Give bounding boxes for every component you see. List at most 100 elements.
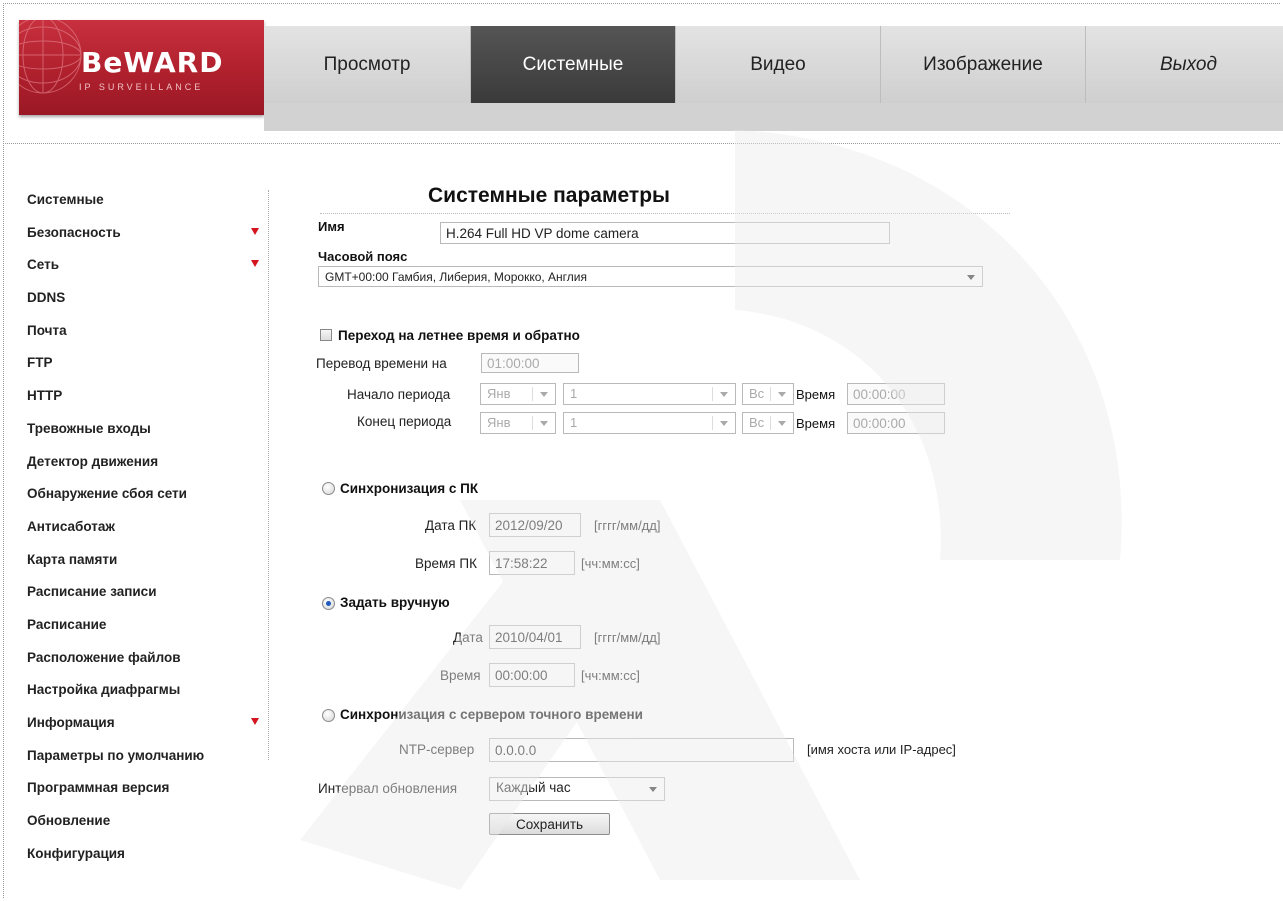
expand-arrow-icon[interactable]: [251, 227, 259, 235]
timezone-select[interactable]: GMT+00:00 Гамбия, Либерия, Морокко, Англ…: [318, 266, 983, 287]
sub-nav-bar: [264, 103, 1283, 131]
manual-time-input[interactable]: [489, 663, 575, 687]
sidebar-item-label: FTP: [27, 355, 53, 371]
interval-select[interactable]: Каждый час: [489, 777, 665, 801]
sidebar-item-ddns[interactable]: DDNS: [24, 286, 269, 319]
camera-name-input[interactable]: [440, 222, 890, 244]
dst-end-week-select[interactable]: 1: [563, 412, 736, 434]
sidebar-item-label: Обновление: [27, 813, 111, 829]
title-underline: [320, 213, 1010, 214]
chevron-down-icon: [778, 421, 786, 426]
tab-system[interactable]: Системные: [471, 26, 676, 103]
sidebar-item-mail[interactable]: Почта: [24, 319, 269, 352]
sidebar-item-motion-detection[interactable]: Детектор движения: [24, 450, 269, 483]
brand-logo[interactable]: BeWARD IP SURVEILLANCE: [19, 20, 264, 115]
sidebar-item-label: Безопасность: [27, 224, 121, 240]
sidebar-item-ftp[interactable]: FTP: [24, 351, 269, 384]
sidebar-item-label: DDNS: [27, 290, 66, 306]
pc-time-input[interactable]: [489, 551, 575, 575]
sidebar-item-label: HTTP: [27, 388, 63, 404]
pc-date-input[interactable]: [489, 513, 581, 537]
chevron-down-icon: [778, 392, 786, 397]
sidebar-item-label: Обнаружение сбоя сети: [27, 486, 187, 502]
sidebar-item-label: Системные: [27, 192, 104, 207]
chevron-down-icon: [720, 421, 728, 426]
sidebar-item-information[interactable]: Информация: [24, 711, 269, 744]
sidebar-item-http[interactable]: HTTP: [24, 384, 269, 417]
separator: [770, 387, 771, 401]
sidebar-item-system[interactable]: Системные: [24, 188, 269, 221]
sidebar-item-label: Настройка диафрагмы: [27, 682, 181, 698]
sidebar-divider: [268, 190, 269, 760]
timezone-value: GMT+00:00 Гамбия, Либерия, Морокко, Англ…: [325, 270, 587, 284]
sidebar-item-network[interactable]: Сеть: [24, 253, 269, 286]
manual-date-input[interactable]: [489, 625, 581, 649]
tab-image[interactable]: Изображение: [881, 26, 1086, 103]
ntp-server-input[interactable]: [489, 738, 794, 762]
sidebar-item-label: Антисаботаж: [27, 518, 115, 534]
expand-arrow-icon[interactable]: [251, 718, 259, 725]
sidebar-item-tampering[interactable]: Антисаботаж: [24, 515, 269, 548]
page-title: Системные параметры: [428, 184, 670, 207]
ntp-server-label: NTP-сервер: [399, 742, 475, 757]
sidebar-item-defaults[interactable]: Параметры по умолчанию: [24, 744, 269, 777]
sidebar-item-label: Детектор движения: [27, 453, 159, 469]
sidebar-item-network-failure[interactable]: Обнаружение сбоя сети: [24, 482, 269, 515]
sidebar-item-label: Параметры по умолчанию: [27, 747, 205, 763]
dst-start-month-select[interactable]: Янв: [480, 383, 556, 405]
sidebar-item-file-location[interactable]: Расположение файлов: [24, 646, 269, 679]
pc-date-hint: [гггг/мм/дд]: [594, 518, 661, 533]
manual-time-label: Время: [440, 668, 481, 683]
chevron-down-icon: [540, 392, 548, 397]
select-value: Вс: [749, 415, 765, 430]
separator: [532, 416, 533, 430]
sidebar-item-memory-card[interactable]: Карта памяти: [24, 548, 269, 581]
sidebar-item-record-schedule[interactable]: Расписание записи: [24, 580, 269, 613]
sidebar: Системные Безопасность Сеть DDNS Почта F…: [24, 188, 269, 874]
sidebar-item-firmware-version[interactable]: Программная версия: [24, 776, 269, 809]
dst-end-day-select[interactable]: Вс: [742, 412, 794, 434]
sidebar-item-configuration[interactable]: Конфигурация: [24, 842, 269, 875]
header-divider: [3, 143, 1280, 144]
separator: [712, 416, 713, 430]
sidebar-item-alarm-inputs[interactable]: Тревожные входы: [24, 417, 269, 450]
dst-start-day-select[interactable]: Вс: [742, 383, 794, 405]
select-value: 1: [570, 386, 578, 401]
sidebar-item-label: Карта памяти: [27, 551, 118, 567]
ntp-radio[interactable]: [322, 709, 335, 722]
select-value: Вс: [749, 386, 765, 401]
sidebar-item-label: Сеть: [27, 257, 59, 273]
tab-video[interactable]: Видео: [676, 26, 881, 103]
tab-exit[interactable]: Выход: [1086, 26, 1283, 103]
dst-end-time-input[interactable]: [847, 412, 945, 434]
dst-end-month-select[interactable]: Янв: [480, 412, 556, 434]
select-value: Янв: [487, 386, 511, 401]
sidebar-item-schedule[interactable]: Расписание: [24, 613, 269, 646]
sidebar-item-label: Конфигурация: [27, 845, 125, 861]
dst-start-week-select[interactable]: 1: [563, 383, 736, 405]
select-value: 1: [570, 415, 578, 430]
header: BeWARD IP SURVEILLANCE Просмотр Системны…: [4, 4, 1283, 142]
manual-date-label: Дата: [453, 630, 483, 645]
expand-arrow-icon[interactable]: [251, 260, 259, 268]
dst-checkbox[interactable]: [320, 329, 332, 341]
dst-shift-input[interactable]: [481, 353, 579, 373]
dst-label: Переход на летнее время и обратно: [338, 328, 580, 343]
chevron-down-icon: [649, 787, 657, 792]
pc-date-label: Дата ПК: [425, 518, 477, 533]
chevron-down-icon: [540, 421, 548, 426]
pc-time-hint: [чч:мм:сс]: [581, 556, 640, 571]
top-nav: Просмотр Системные Видео Изображение Вых…: [264, 26, 1283, 103]
sync-pc-label: Синхронизация с ПК: [340, 481, 479, 496]
sync-pc-radio[interactable]: [322, 482, 335, 495]
separator: [770, 416, 771, 430]
sidebar-item-update[interactable]: Обновление: [24, 809, 269, 842]
manual-date-hint: [гггг/мм/дд]: [594, 630, 661, 645]
manual-radio[interactable]: [322, 597, 335, 610]
sidebar-item-security[interactable]: Безопасность: [24, 221, 269, 254]
sidebar-item-iris[interactable]: Настройка диафрагмы: [24, 678, 269, 711]
tab-view[interactable]: Просмотр: [264, 26, 471, 103]
save-button[interactable]: Сохранить: [489, 813, 610, 835]
dst-start-time-input[interactable]: [847, 383, 945, 405]
name-label: Имя: [318, 219, 345, 234]
